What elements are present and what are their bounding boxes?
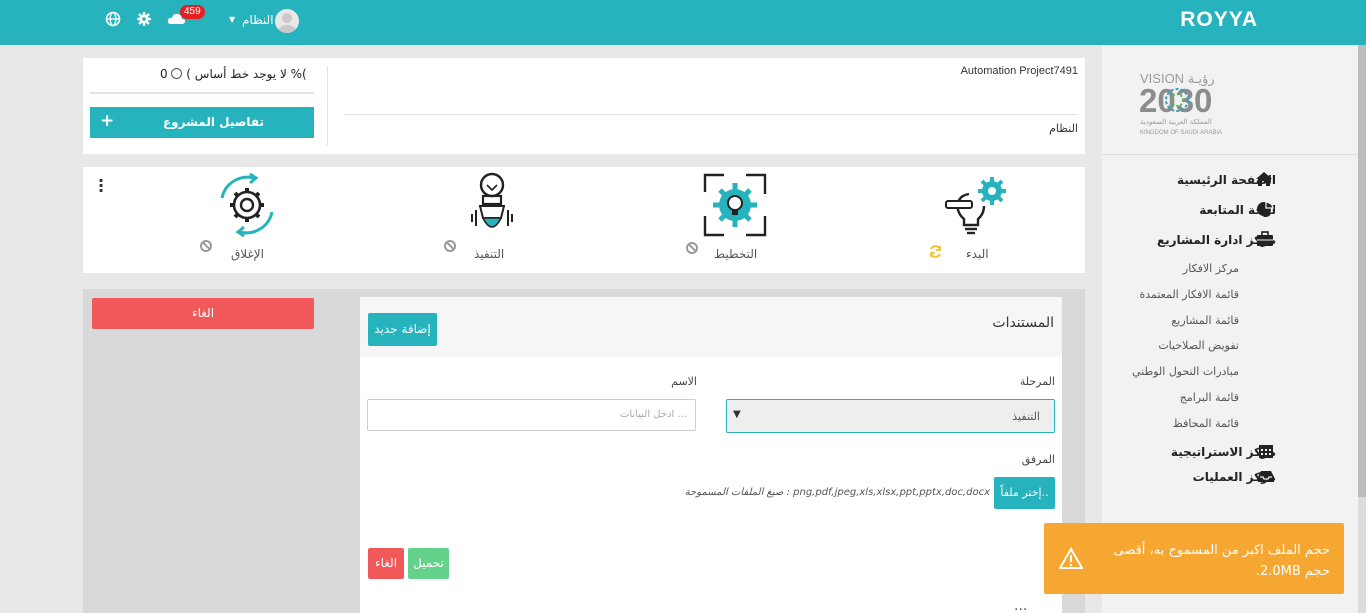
home-icon — [1256, 172, 1272, 186]
baseline-status: لا يوجد خط أساس ) 0 %( — [160, 67, 307, 81]
sidebar-subitem-portfolios-list[interactable]: قائمة المحافظ — [1173, 417, 1239, 430]
lightbulb-gear-icon — [945, 177, 1006, 235]
toast-message: حجم الملف اكبر من المسموح به، أقصى حجم 2… — [1113, 543, 1330, 579]
refresh-icon — [930, 245, 941, 258]
sidebar-subitem-approved-ideas[interactable]: قائمة الافكار المعتمدة — [1139, 288, 1239, 301]
progress-track — [90, 92, 314, 94]
phase-label-start: البدء — [966, 247, 989, 261]
stage-select[interactable]: التنفيذ ▼ — [726, 399, 1055, 433]
phase-label-planning: التخطيط — [714, 247, 758, 261]
cancel-upload-button[interactable]: الغاء — [368, 548, 404, 579]
card-divider — [327, 66, 328, 146]
more-indicator: ... — [1014, 598, 1028, 613]
sidebar-subitem-delegation[interactable]: تفويض الصلاحيات — [1158, 339, 1239, 352]
brand-logo[interactable]: ROYYA — [1180, 8, 1258, 32]
inbox-icon — [1258, 471, 1274, 482]
rocket-bulb-icon — [471, 172, 513, 228]
briefcase-icon — [1257, 231, 1273, 246]
documents-panel-header — [360, 297, 1062, 357]
cancel-button[interactable]: الغاء — [92, 298, 314, 329]
documents-title: المستندات — [992, 315, 1054, 331]
ban-icon — [200, 240, 212, 252]
pie-chart-icon — [1257, 201, 1274, 216]
ban-icon — [686, 242, 698, 254]
plus-icon: + — [100, 111, 115, 131]
ban-icon — [444, 240, 456, 252]
svg-text:2030: 2030 — [1139, 82, 1212, 119]
card-divider — [344, 114, 1078, 115]
warning-icon — [1059, 547, 1083, 569]
project-details-label: تفاصيل المشروع — [162, 115, 264, 129]
phase-label-execution: التنفيذ — [474, 247, 505, 261]
more-vertical-icon[interactable]: · · · — [98, 173, 104, 199]
user-name[interactable]: النظام — [242, 13, 274, 27]
sidebar-subitem-projects-list[interactable]: قائمة المشاريع — [1171, 314, 1239, 327]
scrollbar-thumb[interactable] — [1358, 45, 1366, 497]
name-input-placeholder: ادخل البيانات ... — [619, 409, 687, 420]
chevron-down-icon: ▼ — [733, 409, 741, 420]
sidebar-subitem-programs-list[interactable]: قائمة البرامج — [1180, 391, 1239, 404]
choose-file-button[interactable]: إختر ملفاً.. — [994, 477, 1055, 509]
svg-text:المملكة العربية السعودية: المملكة العربية السعودية — [1140, 118, 1212, 126]
sidebar-subitem-ntp-initiatives[interactable]: مبادرات التحول الوطني — [1132, 365, 1239, 378]
top-navbar — [0, 0, 1366, 45]
stage-select-value: التنفيذ — [1012, 410, 1040, 423]
globe-icon[interactable] — [105, 11, 121, 27]
phase-label-closing: الإغلاق — [231, 247, 264, 261]
project-name: Automation Project7491 — [960, 65, 1078, 77]
planning-cycle-icon — [703, 173, 767, 237]
baseline-radio[interactable] — [171, 68, 183, 79]
project-owner: النظام — [1049, 122, 1078, 135]
svg-text:KINGDOM OF SAUDI ARABIA: KINGDOM OF SAUDI ARABIA — [1140, 130, 1222, 136]
gear-cycle-icon — [220, 172, 274, 238]
project-details-button[interactable]: + تفاصيل المشروع — [90, 107, 314, 138]
allowed-formats: صيغ الملفات المسموحة : png,pdf,jpeg,xls,… — [684, 487, 990, 498]
upload-button[interactable]: تحميل — [408, 548, 449, 579]
vision-2030-logo: VISION رؤيـة 2030 المملكة العربية السعود… — [1138, 66, 1238, 138]
notification-badge: 459 — [180, 5, 205, 19]
gear-icon[interactable] — [136, 11, 152, 27]
user-avatar[interactable] — [275, 9, 299, 33]
name-label: الاسم — [671, 375, 697, 388]
add-new-button[interactable]: إضافة جديد — [368, 313, 437, 346]
scrollbar[interactable] — [1358, 45, 1366, 613]
stage-label: المرحلة — [1019, 375, 1055, 388]
error-toast[interactable]: حجم الملف اكبر من المسموح به، أقصى حجم 2… — [1044, 523, 1344, 594]
name-input[interactable]: ادخل البيانات ... — [367, 399, 696, 431]
calendar-icon — [1259, 445, 1273, 458]
sidebar-subitem-ideas-center[interactable]: مركز الافكار — [1183, 262, 1239, 275]
chevron-down-icon[interactable]: ▼ — [229, 15, 235, 24]
sidebar-divider — [1102, 154, 1358, 155]
attachment-label: المرفق — [1021, 453, 1055, 466]
baseline-text: لا يوجد خط أساس ) — [186, 67, 287, 81]
